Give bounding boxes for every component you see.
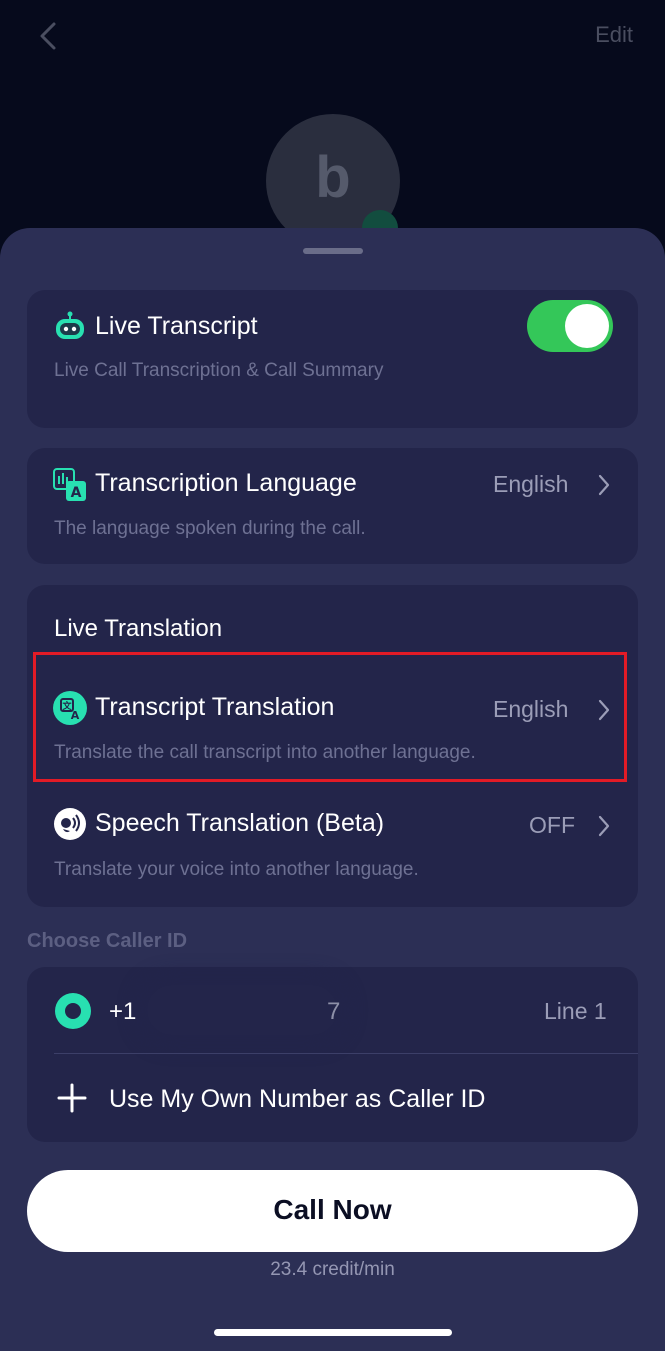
live-transcript-toggle[interactable] bbox=[527, 300, 613, 352]
caller-number-prefix: +1 bbox=[109, 998, 137, 1025]
speech-icon bbox=[54, 808, 86, 840]
live-transcript-title: Live Transcript bbox=[95, 312, 258, 340]
live-transcript-card: Live Transcript Live Call Transcription … bbox=[27, 290, 638, 428]
plus-icon bbox=[57, 1083, 87, 1113]
chevron-right-icon bbox=[598, 815, 610, 837]
call-settings-sheet: Live Transcript Live Call Transcription … bbox=[0, 228, 665, 1351]
caller-line-label: Line 1 bbox=[544, 998, 607, 1024]
live-translation-heading: Live Translation bbox=[54, 615, 223, 642]
radio-selected-icon[interactable] bbox=[55, 993, 91, 1029]
highlight-box bbox=[33, 652, 627, 782]
caller-id-card: +1 7 Line 1 Use My Own Number as Caller … bbox=[27, 967, 638, 1142]
speech-translation-value: OFF bbox=[529, 812, 575, 838]
divider bbox=[54, 1053, 638, 1054]
caller-number-suffix: 7 bbox=[327, 998, 341, 1025]
call-now-button[interactable]: Call Now bbox=[27, 1170, 638, 1252]
transcription-language-value: English bbox=[493, 471, 569, 497]
svg-text:A: A bbox=[71, 485, 82, 501]
call-now-label: Call Now bbox=[273, 1194, 392, 1225]
top-bar: Edit bbox=[0, 0, 665, 80]
transcription-language-card[interactable]: A Transcription Language English The lan… bbox=[27, 448, 638, 564]
own-number-label: Use My Own Number as Caller ID bbox=[109, 1085, 486, 1113]
transcription-language-title: Transcription Language bbox=[95, 469, 357, 497]
caller-id-line-row[interactable]: +1 7 Line 1 bbox=[27, 967, 638, 1053]
edit-button[interactable]: Edit bbox=[595, 22, 633, 48]
call-rate: 23.4 credit/min bbox=[270, 1259, 395, 1280]
chevron-left-icon[interactable] bbox=[30, 16, 70, 56]
caller-id-heading: Choose Caller ID bbox=[27, 930, 188, 952]
sheet-grabber[interactable] bbox=[303, 248, 363, 254]
speech-translation-title: Speech Translation (Beta) bbox=[95, 809, 385, 837]
robot-icon bbox=[56, 311, 84, 339]
speech-translation-row[interactable]: Speech Translation (Beta) OFF Translate … bbox=[27, 793, 638, 893]
redacted-number-mask bbox=[147, 985, 337, 1035]
avatar-letter: b bbox=[315, 145, 351, 210]
toggle-knob bbox=[565, 304, 609, 348]
chevron-right-icon bbox=[598, 474, 610, 496]
own-number-row[interactable]: Use My Own Number as Caller ID bbox=[27, 1055, 638, 1141]
language-icon: A bbox=[53, 468, 86, 501]
live-transcript-subtitle: Live Call Transcription & Call Summary bbox=[54, 360, 384, 381]
home-indicator[interactable] bbox=[214, 1329, 452, 1336]
transcription-language-subtitle: The language spoken during the call. bbox=[54, 518, 366, 539]
speech-translation-subtitle: Translate your voice into another langua… bbox=[54, 859, 419, 880]
